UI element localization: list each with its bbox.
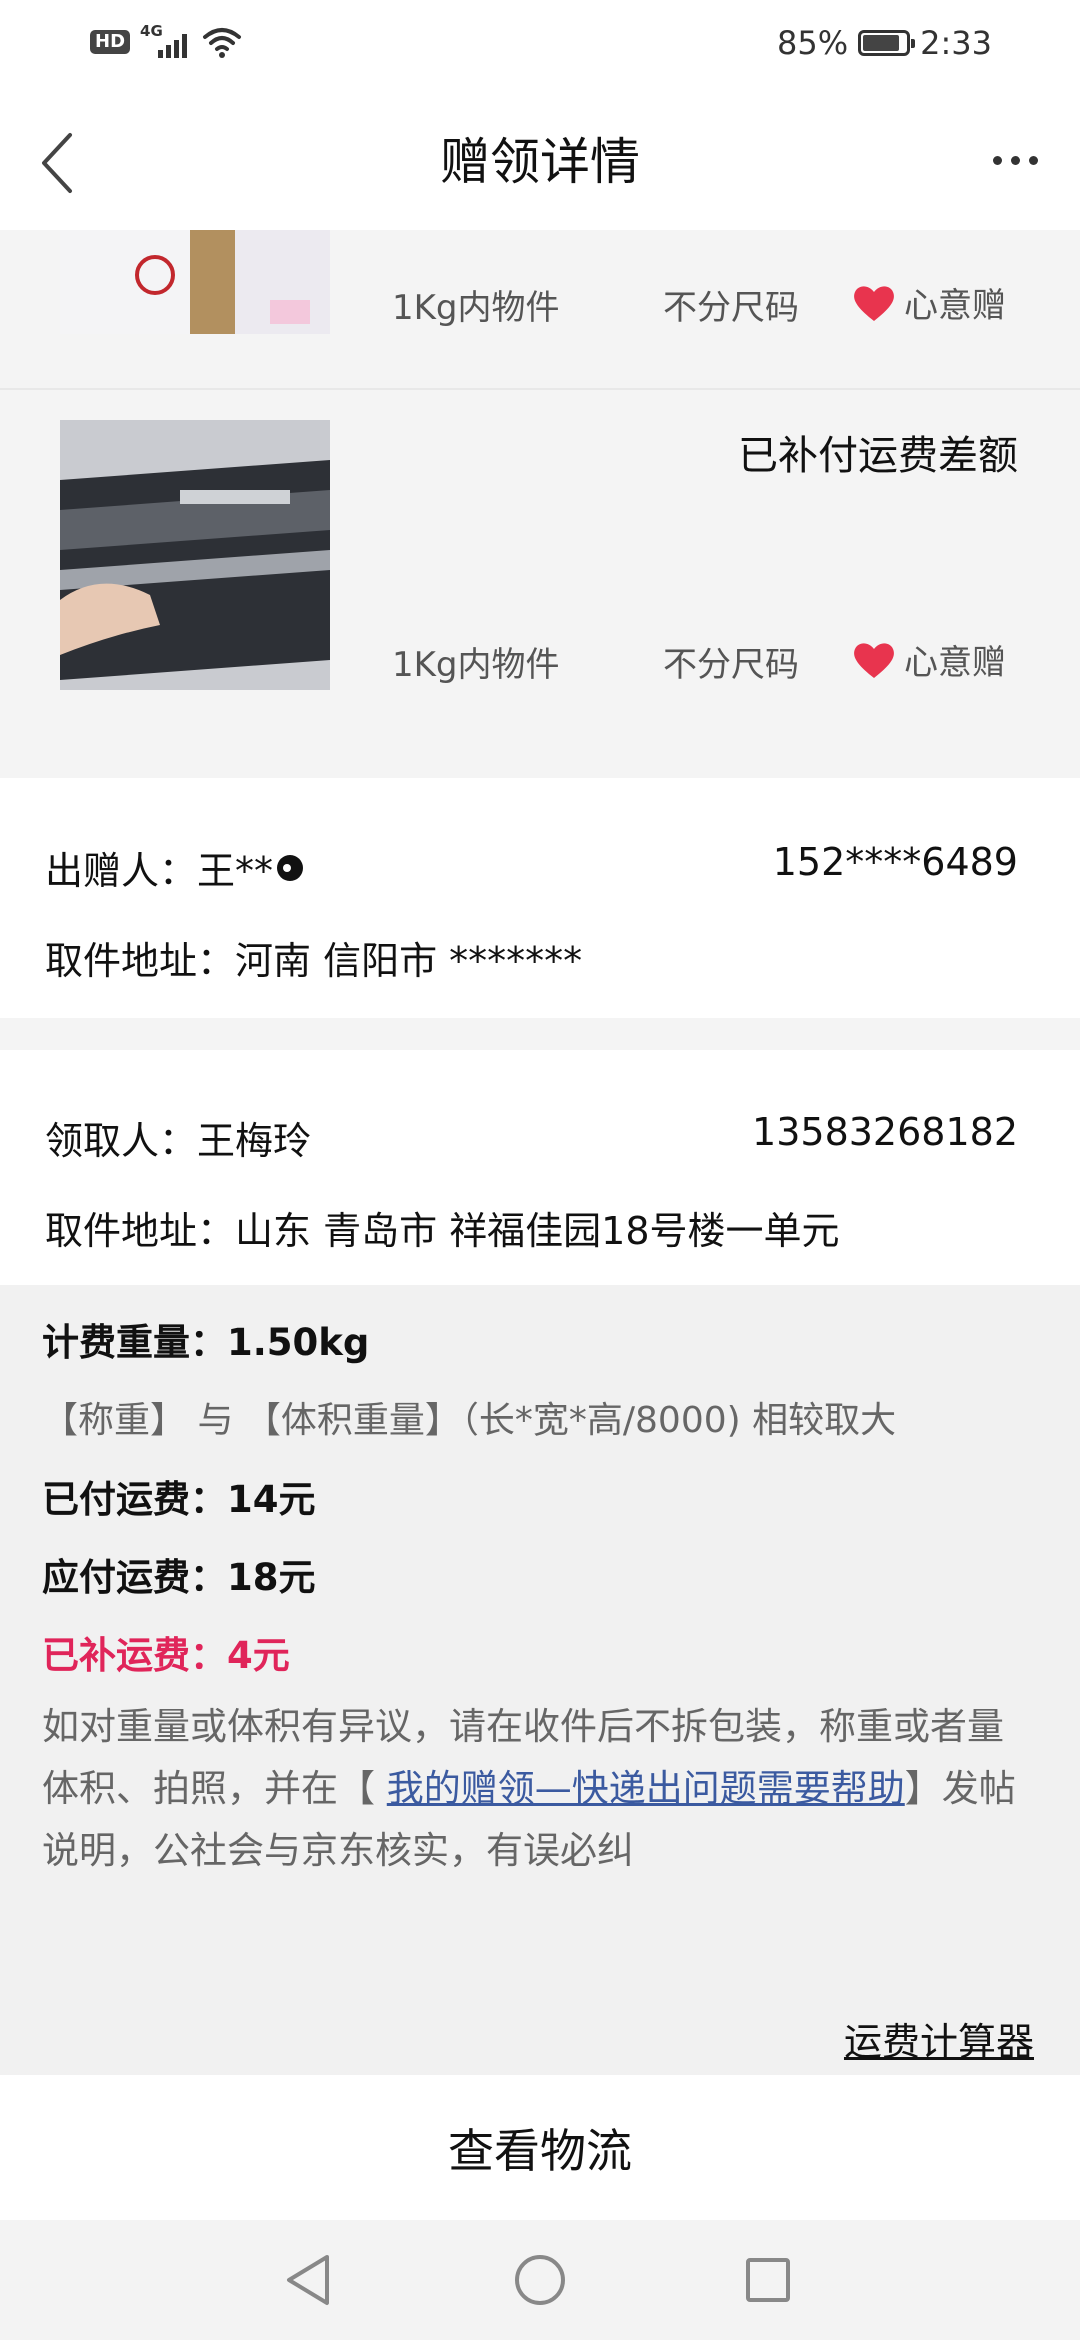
receiver-name: 王梅玲 [197,1119,312,1163]
nav-home-button[interactable] [490,2240,590,2320]
due-fee: 应付运费：18元 [42,1556,316,1599]
battery-icon [858,30,916,56]
status-right: 85% 2:33 [777,20,992,66]
circle-home-icon [515,2255,565,2305]
giver-label: 出赠人： [45,849,198,893]
receiver-label: 领取人： [45,1119,198,1163]
supplemented-fee: 已补运费：4元 [42,1634,290,1677]
gift-type: 心意赠 [852,635,1006,684]
item-photo [60,420,330,690]
help-post-link[interactable]: 我的赠领—快递出问题需要帮助 [387,1767,905,1810]
giver-address: 河南 信阳市 ******* [235,939,583,983]
receiver-address-row: 取件地址：山东 青岛市 祥福佳园18号楼一单元 [45,1200,840,1255]
weight-rule: 【称重】 与 【体积重量】（长*宽*高/8000) 相较取大 [42,1400,897,1441]
item-photo [60,230,330,334]
cellular-signal-icon: 4G [140,22,192,62]
receiver-name-row: 领取人：王梅玲 [45,1110,311,1165]
back-button[interactable] [18,113,98,213]
giver-name: 王** [197,849,274,893]
fee-details: 计费重量：1.50kg 【称重】 与 【体积重量】（长*宽*高/8000) 相较… [0,1285,1080,1913]
system-nav-bar [0,2220,1080,2340]
view-logistics-button[interactable]: 查看物流 [0,2075,1080,2220]
nav-back-button[interactable] [258,2240,358,2320]
more-button[interactable] [970,115,1060,205]
clock: 2:33 [920,24,992,62]
receiver-phone: 13583268182 [752,1110,1018,1154]
battery-percent: 85% [777,24,849,62]
receiver-address: 山东 青岛市 祥福佳园18号楼一单元 [235,1209,840,1253]
calculator-area: 运费计算器 [0,1913,1080,2075]
giver-name-row: 出赠人： 王** [45,840,305,895]
gift-type: 心意赠 [852,278,1006,327]
triangle-back-icon [287,2255,329,2305]
giver-phone: 152****6489 [772,840,1018,884]
wifi-icon [203,28,242,58]
top-app-bar: 赠领详情 [0,85,1080,230]
gift-type-label: 心意赠 [904,643,1006,683]
nav-recents-button[interactable] [718,2240,818,2320]
item-card-2[interactable]: 已补付运费差额 1Kg内物件 不分尺码 心意赠 [0,390,1080,778]
item-size: 不分尺码 [663,288,799,328]
record-dot-icon [277,854,304,881]
section-gap [0,1018,1080,1050]
dispute-note: 如对重量或体积有异议，请在收件后不拆包装，称重或者量体积、拍照，并在【 我的赠领… [42,1696,1032,1882]
status-bar: HD 4G 85% 2:33 [0,0,1080,85]
giver-section: 出赠人： 王** 152****6489 取件地址：河南 信阳市 ******* [0,778,1080,1018]
item-weight: 1Kg内物件 [392,288,560,328]
item-weight: 1Kg内物件 [392,645,560,685]
gift-type-label: 心意赠 [904,286,1006,326]
heart-icon [854,642,894,678]
receiver-address-label: 取件地址： [45,1209,236,1253]
giver-address-label: 取件地址： [45,939,236,983]
page-title: 赠领详情 [440,132,640,191]
paid-fee: 已付运费：14元 [42,1478,316,1521]
shipping-calculator-link[interactable]: 运费计算器 [844,2011,1034,2066]
status-left: HD 4G [90,22,242,62]
item-size: 不分尺码 [663,645,799,685]
more-dots-icon [992,155,1002,165]
receiver-section: 领取人：王梅玲 13583268182 取件地址：山东 青岛市 祥福佳园18号楼… [0,1050,1080,1285]
item-status-note: 已补付运费差额 [738,433,1018,479]
heart-icon [854,285,894,321]
hd-icon: HD [90,30,131,54]
item-card-1[interactable]: 1Kg内物件 不分尺码 心意赠 [0,230,1080,388]
charged-weight: 计费重量：1.50kg [42,1321,370,1364]
giver-address-row: 取件地址：河南 信阳市 ******* [45,930,582,985]
square-recents-icon [746,2258,790,2302]
chevron-left-icon [42,133,72,193]
